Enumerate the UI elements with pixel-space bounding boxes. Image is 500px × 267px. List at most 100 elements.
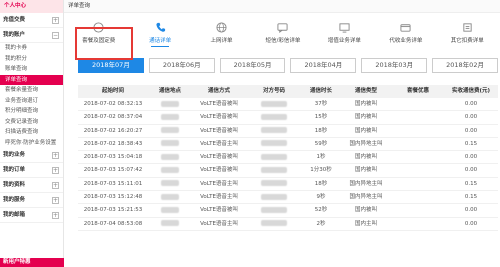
cell-type: 国内异地主叫 bbox=[349, 180, 383, 187]
redaction-blur bbox=[161, 100, 179, 107]
month-button[interactable]: 2018年03月 bbox=[361, 58, 428, 73]
tab-sms-details[interactable]: 短信/彩信详单 bbox=[252, 16, 313, 50]
active-tab-indicator bbox=[151, 45, 169, 47]
redaction-blur bbox=[261, 113, 287, 120]
tab-internet-details[interactable]: 上网详单 bbox=[191, 16, 252, 50]
table-row: 2018-07-04 08:53:08 VoLTE语音主叫 2秒 国内主叫 0.00 bbox=[78, 218, 498, 231]
sidebar-group[interactable]: 我的订单 + bbox=[0, 163, 63, 178]
tab-label: 上网详单 bbox=[210, 38, 233, 44]
sidebar-group-account[interactable]: 我的账户 − bbox=[0, 28, 63, 43]
cell-duration: 18秒 bbox=[314, 127, 328, 134]
page-title: 详单查询 bbox=[64, 0, 500, 13]
cell-mode: VoLTE语音被叫 bbox=[200, 127, 238, 134]
cell-mode: VoLTE语音被叫 bbox=[200, 167, 238, 174]
sidebar-group[interactable]: 我的邮箱 + bbox=[0, 208, 63, 223]
redacted-cell bbox=[148, 138, 192, 150]
month-button[interactable]: 2018年06月 bbox=[148, 58, 215, 73]
redacted-cell bbox=[246, 151, 302, 163]
sidebar-promo-banner[interactable]: 新用户特惠 bbox=[0, 258, 64, 267]
redacted-cell bbox=[148, 125, 192, 137]
expand-icon[interactable]: + bbox=[52, 152, 59, 159]
cell-time: 2018-07-02 18:38:43 bbox=[83, 140, 143, 147]
redaction-blur bbox=[261, 153, 287, 160]
sidebar-item[interactable]: 我的积分 bbox=[0, 54, 63, 65]
sidebar-item[interactable]: 扫描话费查询 bbox=[0, 127, 63, 138]
redacted-cell bbox=[148, 151, 192, 163]
cell-time: 2018-07-03 15:04:18 bbox=[83, 154, 143, 161]
table-row: 2018-07-03 15:04:18 VoLTE语音被叫 1秒 国内被叫 0.00 bbox=[78, 151, 498, 165]
cell-type: 国内被叫 bbox=[354, 167, 377, 174]
sidebar-item[interactable]: 我的卡券 bbox=[0, 43, 63, 54]
sidebar-group-label: 我的业务 bbox=[3, 152, 26, 158]
cell-time: 2018-07-02 08:32:13 bbox=[83, 101, 143, 107]
redacted-cell bbox=[246, 98, 302, 110]
cell-time: 2018-07-03 15:21:53 bbox=[83, 207, 143, 214]
sidebar-item[interactable]: 业务查询退订 bbox=[0, 96, 63, 107]
redaction-blur bbox=[161, 180, 179, 187]
cell-fee: 0.00 bbox=[464, 114, 478, 121]
expand-icon[interactable]: + bbox=[52, 17, 59, 24]
sidebar-item[interactable]: 积分明细查询 bbox=[0, 106, 63, 117]
redaction-blur bbox=[261, 193, 287, 200]
sidebar-item[interactable]: 交费记录查询 bbox=[0, 117, 63, 128]
tab-label: 通话详单 bbox=[149, 38, 172, 44]
cell-type: 国内被叫 bbox=[354, 101, 377, 107]
tab-call-details[interactable]: 通话详单 bbox=[129, 16, 190, 50]
expand-icon[interactable]: + bbox=[52, 182, 59, 189]
column-header: 通信方式 bbox=[207, 88, 230, 94]
sidebar-group[interactable]: 我的资料 + bbox=[0, 178, 63, 193]
cell-type: 国内异地主叫 bbox=[349, 140, 383, 147]
cell-type: 国内异地主叫 bbox=[349, 194, 383, 201]
cell-fee: 0.15 bbox=[464, 180, 478, 187]
tab-other-fees[interactable]: 其它扣费详单 bbox=[437, 16, 498, 50]
expand-icon[interactable]: + bbox=[52, 197, 59, 204]
redaction-blur bbox=[261, 220, 287, 227]
cell-type: 国内被叫 bbox=[354, 114, 377, 121]
highlight-annotation bbox=[75, 27, 133, 60]
redacted-cell bbox=[148, 164, 192, 176]
cell-mode: VoLTE语音主叫 bbox=[200, 220, 238, 227]
redaction-blur bbox=[161, 127, 179, 134]
table-row: 2018-07-03 15:11:01 VoLTE语音主叫 18秒 国内异地主叫 0.1… bbox=[78, 178, 498, 192]
redacted-cell bbox=[246, 191, 302, 203]
cell-fee: 0.00 bbox=[464, 167, 478, 174]
cell-empty bbox=[392, 164, 444, 176]
sidebar-group[interactable]: 我的业务 + bbox=[0, 148, 63, 163]
table-row: 2018-07-02 18:38:43 VoLTE语音主叫 59秒 国内异地主叫 0.1… bbox=[78, 138, 498, 152]
cell-fee: 0.00 bbox=[464, 154, 478, 161]
sidebar-group[interactable]: 我的服务 + bbox=[0, 193, 63, 208]
tab-collection-details[interactable]: 代收业务详单 bbox=[375, 16, 436, 50]
table-row: 2018-07-02 08:32:13 VoLTE语音被叫 37秒 国内被叫 0.00 bbox=[78, 98, 498, 112]
redacted-cell bbox=[246, 204, 302, 216]
tab-value-added-details[interactable]: 增值业务详单 bbox=[314, 16, 375, 50]
sidebar-group-label: 我的订单 bbox=[3, 167, 26, 173]
cell-duration: 37秒 bbox=[314, 101, 328, 107]
sidebar-item[interactable]: 套餐余量查询 bbox=[0, 85, 63, 96]
month-button[interactable]: 2018年07月 bbox=[78, 58, 144, 73]
tab-label: 短信/彩信详单 bbox=[265, 38, 301, 44]
sidebar-item[interactable]: 账单查询 bbox=[0, 64, 63, 75]
sidebar-item[interactable]: 详单查询 bbox=[0, 74, 63, 85]
cell-empty bbox=[392, 138, 444, 150]
collapse-icon[interactable]: − bbox=[52, 32, 59, 39]
sidebar-title: 个人中心 bbox=[0, 0, 63, 13]
column-header: 通信时长 bbox=[309, 88, 332, 94]
month-button[interactable]: 2018年02月 bbox=[432, 58, 498, 73]
phone-icon bbox=[154, 21, 166, 33]
cell-empty bbox=[392, 151, 444, 163]
expand-icon[interactable]: + bbox=[52, 212, 59, 219]
redacted-cell bbox=[246, 218, 302, 230]
sidebar-item[interactable]: 呼死你·防护业务设置 bbox=[0, 138, 63, 149]
cell-type: 国内被叫 bbox=[354, 154, 377, 161]
cell-empty bbox=[392, 204, 444, 216]
column-header: 实收通信费(元) bbox=[451, 88, 491, 94]
redacted-cell bbox=[246, 138, 302, 150]
redacted-cell bbox=[148, 111, 192, 123]
month-button[interactable]: 2018年04月 bbox=[290, 58, 357, 73]
month-button[interactable]: 2018年05月 bbox=[219, 58, 286, 73]
cell-mode: VoLTE语音被叫 bbox=[200, 101, 238, 107]
tab-label: 代收业务详单 bbox=[389, 38, 423, 44]
expand-icon[interactable]: + bbox=[52, 167, 59, 174]
cell-duration: 52秒 bbox=[314, 207, 328, 214]
sidebar-group-recharge[interactable]: 充值交费 + bbox=[0, 13, 63, 28]
